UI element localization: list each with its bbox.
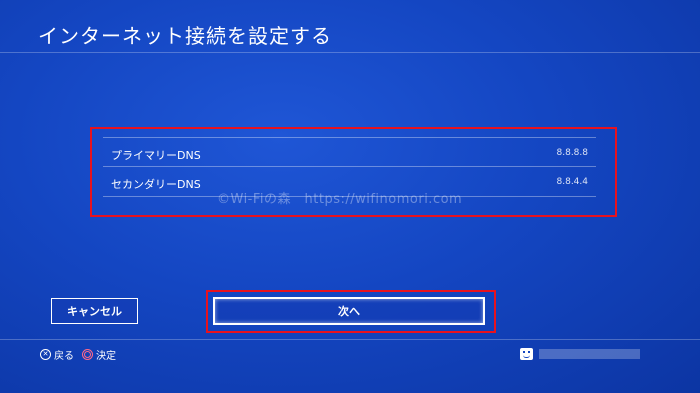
confirm-label: 決定: [96, 351, 116, 362]
secondary-dns-label: セカンダリーDNS: [111, 178, 201, 191]
next-button[interactable]: 次へ: [213, 297, 485, 325]
primary-dns-value: 8.8.8.8: [556, 148, 589, 158]
cross-button-icon: ✕: [40, 349, 51, 360]
dns-row-primary[interactable]: プライマリーDNS 8.8.8.8: [103, 137, 596, 167]
user-name-bar: [539, 349, 640, 359]
back-hint: ✕ 戻る: [40, 347, 74, 362]
footer-divider: [0, 339, 700, 340]
user-status: [520, 348, 640, 360]
primary-dns-label: プライマリーDNS: [111, 149, 201, 162]
confirm-hint: 決定: [82, 347, 116, 362]
page-title: インターネット接続を設定する: [38, 24, 332, 48]
controller-hints: ✕ 戻る 決定: [40, 347, 116, 362]
secondary-dns-value: 8.8.4.4: [556, 177, 589, 187]
watermark: ©Wi-Fiの森 https://wifinomori.com: [217, 192, 463, 207]
header-divider: [0, 52, 700, 53]
cancel-button[interactable]: キャンセル: [51, 298, 138, 324]
circle-button-icon: [82, 349, 93, 360]
back-label: 戻る: [54, 351, 74, 362]
user-face-icon: [520, 348, 533, 360]
